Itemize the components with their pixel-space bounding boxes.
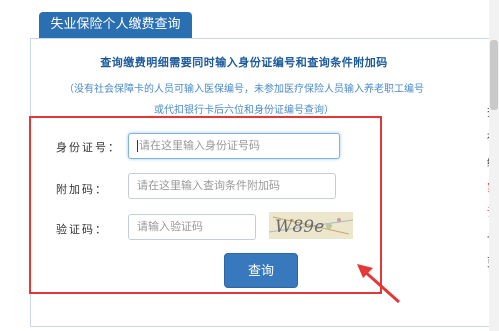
query-hint-line1: （没有社会保障卡的人员可输入医保编号，未参加医疗保险人员输入养老职工编号 — [64, 84, 424, 95]
id-number-placeholder: 请在这里输入身份证号码 — [139, 139, 260, 152]
query-hint-line2: 或代扣银行卡后六位和身份证编号查询） — [154, 105, 334, 116]
id-number-label: 身份证号： — [56, 141, 121, 154]
extra-code-label: 附加码： — [56, 183, 108, 196]
query-instruction: 查询缴费明细需要同时输入身份证编号和查询条件附加码 — [100, 56, 388, 69]
captcha-input[interactable]: 请输入验证码 — [128, 214, 256, 240]
extra-code-input[interactable]: 请在这里输入查询条件附加码 — [128, 173, 336, 199]
captcha-label: 验证码： — [56, 223, 108, 236]
captcha-graphic: W89e — [269, 212, 353, 239]
scrollbar-thumb[interactable] — [490, 40, 498, 110]
text-caret — [137, 140, 138, 152]
arrow-annotation-icon — [357, 264, 400, 304]
tab-unemployment-insurance-query[interactable]: 失业保险个人缴费查询 — [39, 12, 192, 38]
captcha-image[interactable]: W89e — [269, 212, 353, 239]
query-button[interactable]: 查询 — [224, 253, 298, 288]
captcha-text: W89e — [275, 217, 324, 237]
id-number-input[interactable]: 请在这里输入身份证号码 — [128, 133, 340, 159]
